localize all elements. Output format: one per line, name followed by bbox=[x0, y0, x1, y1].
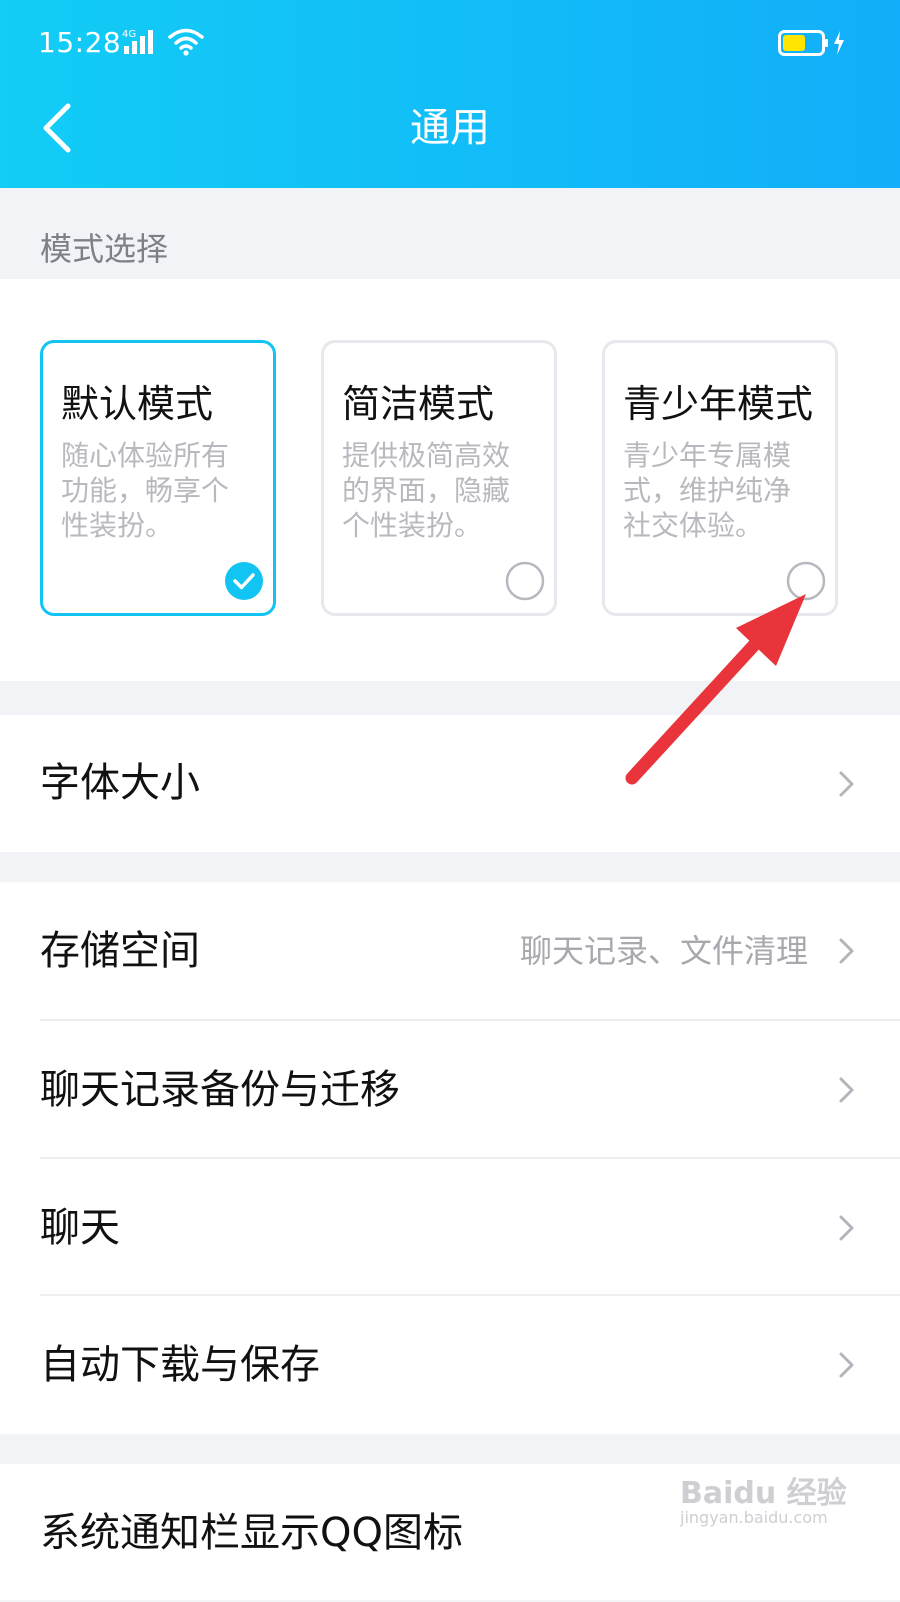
row-value: 聊天记录、文件清理 bbox=[519, 932, 808, 970]
mode-section-label: 模式选择 bbox=[40, 230, 169, 268]
chevron-right-icon bbox=[839, 771, 854, 797]
unchecked-radio-icon[interactable] bbox=[786, 561, 826, 601]
chevron-right-icon bbox=[839, 1352, 854, 1378]
row-chat-backup[interactable]: 聊天记录备份与迁移 bbox=[0, 1021, 900, 1159]
network-type-label: 4G bbox=[122, 29, 136, 40]
row-label: 存储空间 bbox=[40, 928, 200, 974]
checked-radio-icon[interactable] bbox=[224, 561, 264, 601]
row-label: 系统通知栏显示QQ图标 bbox=[40, 1510, 463, 1556]
row-label: 聊天记录备份与迁移 bbox=[40, 1067, 400, 1113]
watermark-url: jingyan.baidu.com bbox=[680, 1508, 828, 1527]
mode-card-title: 简洁模式 bbox=[342, 382, 495, 426]
row-label: 聊天 bbox=[40, 1205, 120, 1251]
wifi-icon bbox=[168, 28, 204, 56]
row-font-size[interactable]: 字体大小 bbox=[0, 715, 900, 852]
mode-card-teen[interactable]: 青少年模式 青少年专属模式，维护纯净社交体验。 bbox=[602, 340, 838, 616]
storage-chat-group: 存储空间 聊天记录、文件清理 聊天记录备份与迁移 聊天 自动下载与保存 bbox=[0, 882, 900, 1434]
row-storage[interactable]: 存储空间 聊天记录、文件清理 bbox=[0, 882, 900, 1020]
mode-card-default[interactable]: 默认模式 随心体验所有功能，畅享个性装扮。 bbox=[40, 340, 276, 616]
mode-card-title: 青少年模式 bbox=[623, 382, 814, 426]
row-label: 字体大小 bbox=[40, 760, 200, 806]
mode-card-desc: 随心体验所有功能，畅享个性装扮。 bbox=[61, 439, 230, 542]
cellular-signal-icon: 4G bbox=[122, 29, 153, 54]
chevron-right-icon bbox=[839, 1077, 854, 1103]
chevron-right-icon bbox=[839, 938, 854, 964]
unchecked-radio-icon[interactable] bbox=[505, 561, 545, 601]
status-time: 15:28 bbox=[38, 26, 122, 59]
header-bar: 15:28 4G 通用 bbox=[0, 0, 900, 188]
mode-card-simple[interactable]: 简洁模式 提供极简高效的界面，隐藏个性装扮。 bbox=[321, 340, 557, 616]
row-chat[interactable]: 聊天 bbox=[0, 1159, 900, 1297]
font-size-group: 字体大小 bbox=[0, 715, 900, 852]
mode-card-desc: 提供极简高效的界面，隐藏个性装扮。 bbox=[342, 439, 511, 542]
mode-card-title: 默认模式 bbox=[61, 382, 214, 426]
watermark-logo: Baidu 经验 bbox=[680, 1476, 847, 1511]
page-title: 通用 bbox=[410, 105, 490, 151]
chevron-right-icon bbox=[839, 1215, 854, 1241]
mode-selection-panel: 默认模式 随心体验所有功能，畅享个性装扮。 简洁模式 提供极简高效的界面，隐藏个… bbox=[0, 279, 900, 681]
row-label: 自动下载与保存 bbox=[40, 1342, 320, 1388]
row-auto-download[interactable]: 自动下载与保存 bbox=[0, 1296, 900, 1434]
mode-card-desc: 青少年专属模式，维护纯净社交体验。 bbox=[623, 439, 792, 542]
battery-charging-icon bbox=[778, 30, 844, 56]
